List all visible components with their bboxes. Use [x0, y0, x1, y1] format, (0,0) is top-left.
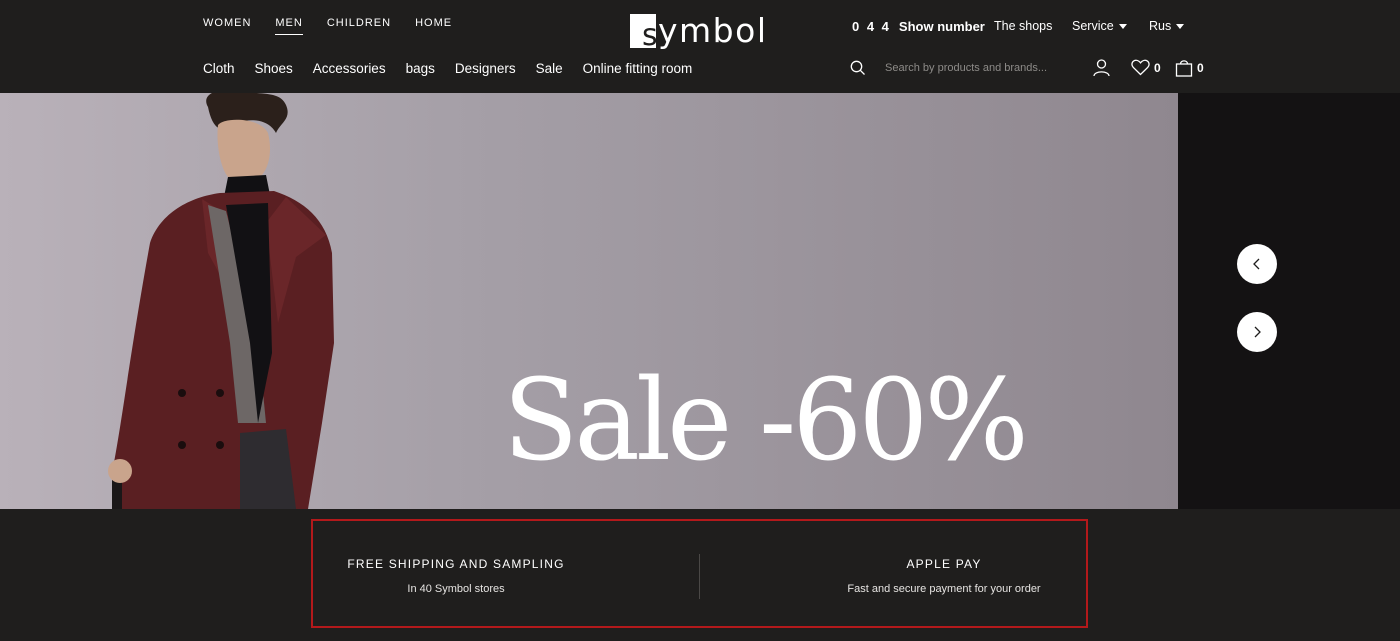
wishlist-button[interactable]: 0: [1131, 59, 1161, 76]
caret-down-icon: [1118, 23, 1127, 29]
top-nav: WOMEN MEN CHILDREN HOME: [203, 17, 476, 35]
chevron-left-icon: [1253, 258, 1260, 270]
category-sale[interactable]: Sale: [536, 61, 563, 76]
cart-count: 0: [1197, 61, 1204, 75]
wishlist-count: 0: [1154, 60, 1161, 75]
category-shoes[interactable]: Shoes: [255, 61, 293, 76]
category-designers[interactable]: Designers: [455, 61, 516, 76]
cart-button[interactable]: 0: [1175, 59, 1204, 77]
account-button[interactable]: [1093, 59, 1110, 77]
phone-code: 0 4 4: [852, 19, 891, 34]
feature-subtitle: Fast and secure payment for your order: [847, 583, 1041, 595]
category-bags[interactable]: bags: [406, 61, 435, 76]
hero-banner[interactable]: Sale -60%: [0, 93, 1178, 509]
user-icon: [1093, 59, 1110, 77]
bag-icon: [1175, 60, 1193, 77]
top-nav-men[interactable]: MEN: [275, 17, 303, 35]
service-label: Service: [1072, 19, 1114, 33]
feature-subtitle: In 40 Symbol stores: [407, 583, 505, 595]
show-number-link[interactable]: Show number: [899, 19, 985, 34]
language-label: Rus: [1149, 19, 1172, 33]
category-cloth[interactable]: Cloth: [203, 61, 235, 76]
caret-down-icon: [1176, 23, 1185, 29]
top-nav-women[interactable]: WOMEN: [203, 17, 251, 35]
feature-title: FREE SHIPPING AND SAMPLING: [347, 557, 565, 571]
carousel-next-button[interactable]: [1237, 312, 1277, 352]
language-dropdown[interactable]: Rus: [1149, 19, 1185, 33]
top-nav-children[interactable]: CHILDREN: [327, 17, 391, 35]
chevron-right-icon: [1254, 326, 1261, 338]
carousel-side-panel: [1178, 93, 1400, 509]
logo-boxed-letter: s: [642, 18, 658, 53]
features-bar: FREE SHIPPING AND SAMPLING In 40 Symbol …: [311, 519, 1088, 628]
category-nav: Cloth Shoes Accessories bags Designers S…: [203, 61, 712, 76]
category-accessories[interactable]: Accessories: [313, 61, 386, 76]
feature-apple-pay: APPLE PAY Fast and secure payment for yo…: [819, 521, 1069, 626]
top-nav-home[interactable]: HOME: [415, 17, 452, 35]
phone-block: 0 4 4 Show number: [852, 19, 985, 34]
site-header: WOMEN MEN CHILDREN HOME Cloth Shoes Acce…: [0, 0, 1400, 93]
logo[interactable]: s ymbol: [630, 11, 768, 53]
category-online-fitting-room[interactable]: Online fitting room: [583, 61, 693, 76]
search-icon[interactable]: [850, 60, 866, 76]
carousel-prev-button[interactable]: [1237, 244, 1277, 284]
shops-link[interactable]: The shops: [994, 19, 1052, 33]
banner-headline: Sale -60%: [503, 354, 1029, 486]
heart-icon: [1131, 59, 1150, 76]
search-input[interactable]: [878, 58, 1068, 78]
model-photo: [108, 93, 334, 509]
logo-wordmark: ymbol: [658, 11, 768, 50]
feature-free-shipping: FREE SHIPPING AND SAMPLING In 40 Symbol …: [313, 521, 599, 626]
logo-box: s: [630, 14, 658, 53]
feature-title: APPLE PAY: [906, 557, 982, 571]
feature-divider: [699, 554, 700, 599]
service-dropdown[interactable]: Service: [1072, 19, 1127, 33]
